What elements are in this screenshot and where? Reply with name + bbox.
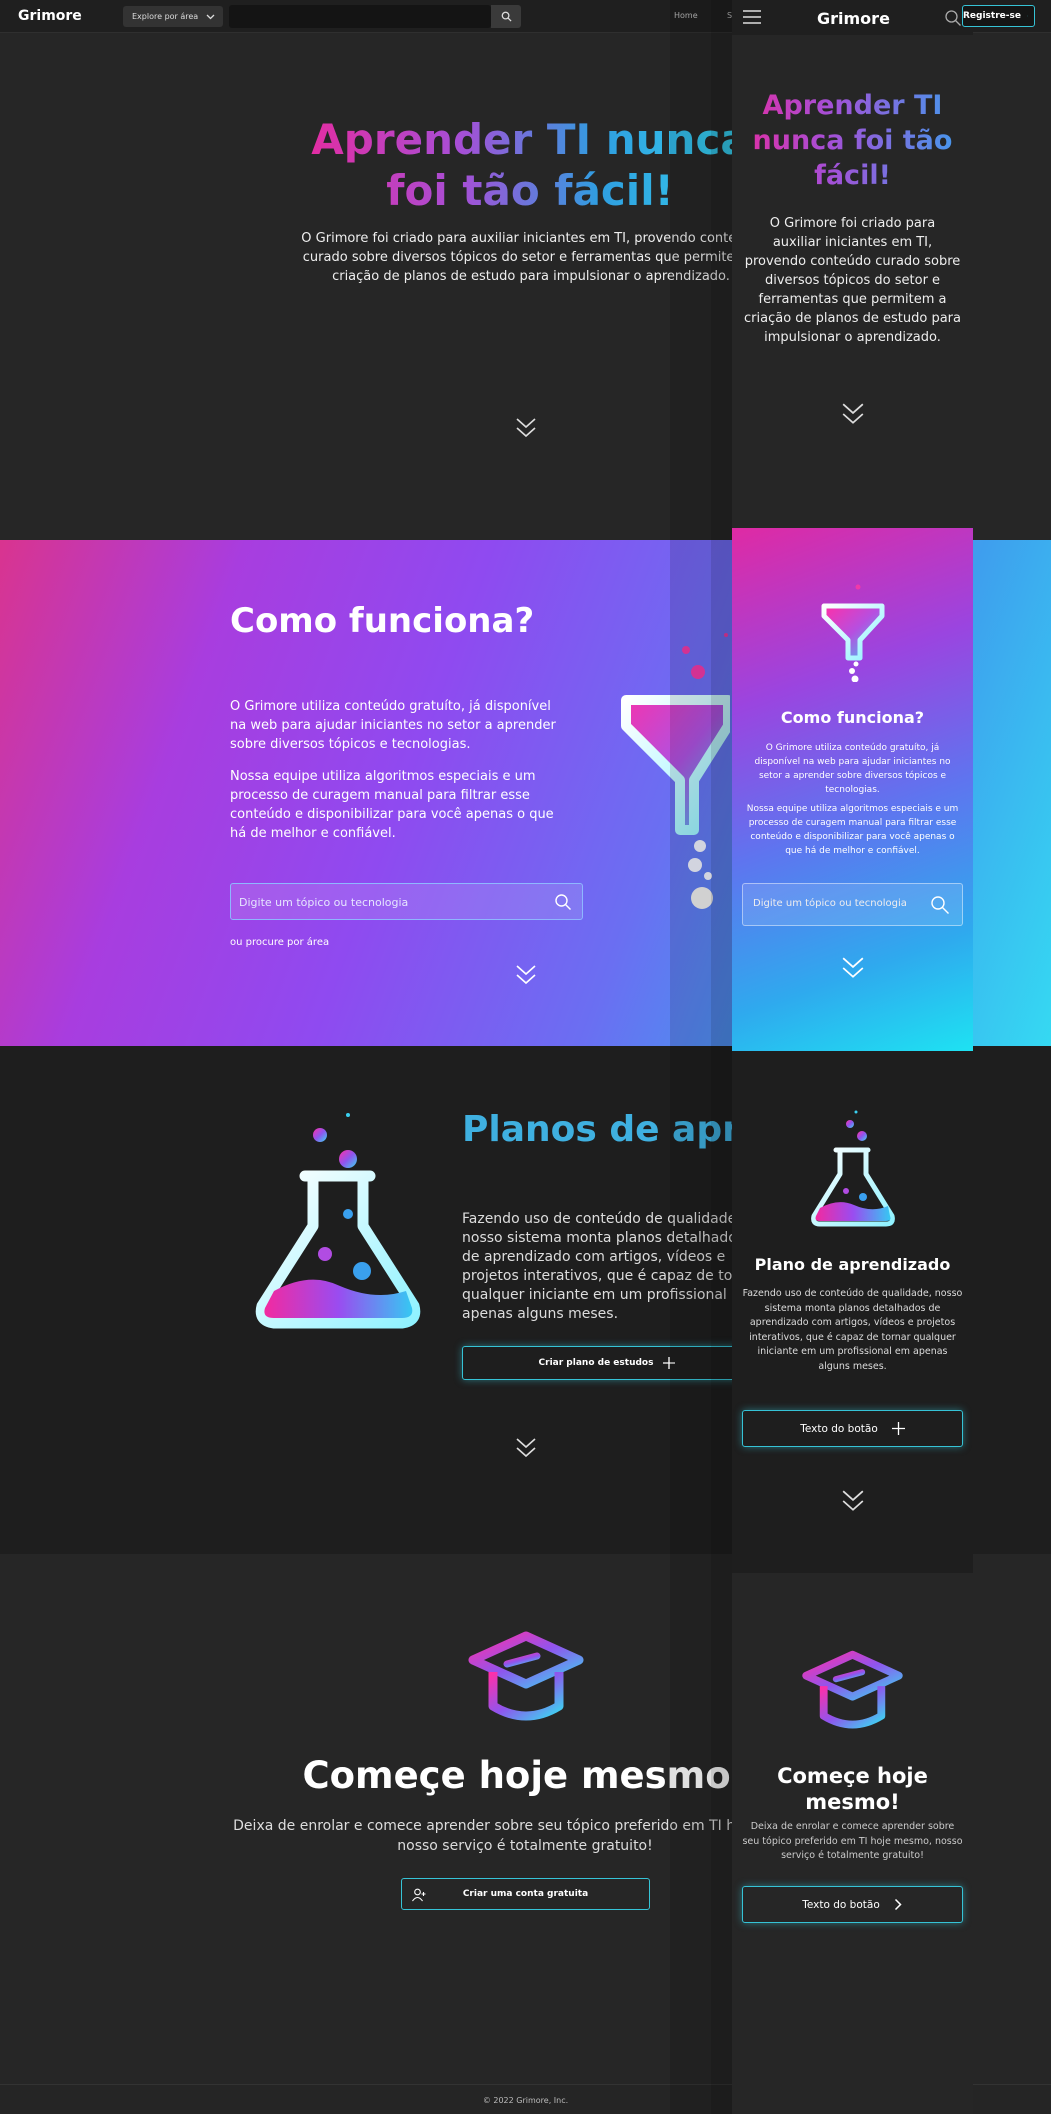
- mobile-plans-section: Plano de aprendizado Fazendo uso de cont…: [732, 1051, 973, 1573]
- chevron-double-down-icon[interactable]: [841, 954, 865, 982]
- plus-icon: [1026, 15, 1028, 17]
- search-button[interactable]: [491, 5, 521, 28]
- search-icon: [501, 11, 512, 22]
- chevron-down-icon: [206, 14, 215, 19]
- create-free-account-label: Criar uma conta gratuita: [462, 1889, 589, 1899]
- overlay-shade: [711, 0, 732, 2114]
- explore-area-dropdown[interactable]: Explore por área: [123, 6, 223, 27]
- mobile-how-paragraph-1: O Grimore utiliza conteúdo gratuíto, já …: [754, 743, 951, 795]
- mobile-get-started-section: Começe hoje mesmo! Deixa de enrolar e co…: [732, 1573, 973, 2114]
- chevron-double-down-icon[interactable]: [841, 1487, 865, 1515]
- mobile-hero-title: Aprender TI nunca foi tão fácil!: [732, 88, 973, 193]
- chevron-right-icon: [894, 1898, 902, 1911]
- mobile-plans-button[interactable]: Texto do botão: [742, 1410, 963, 1447]
- footer-copyright: © 2022 Grimore, Inc.: [482, 2096, 569, 2105]
- mobile-plans-button-label: Texto do botão: [800, 1422, 878, 1435]
- explore-label: Explore por área: [132, 12, 199, 21]
- search-icon[interactable]: [944, 9, 962, 27]
- mobile-topic-search-input[interactable]: Digite um tópico ou tecnologia: [742, 883, 963, 926]
- plus-icon: [891, 1422, 905, 1435]
- mobile-how-title: Como funciona?: [780, 708, 925, 727]
- how-paragraph-1: O Grimore utiliza conteúdo gratuíto, já …: [230, 699, 556, 752]
- mobile-get-started-title: Começe hoje mesmo!: [777, 1764, 928, 1814]
- overlay-shade: [670, 0, 711, 2114]
- mobile-how-section: Como funciona? O Grimore utiliza conteúd…: [732, 528, 973, 1051]
- topic-search-input[interactable]: Digite um tópico ou tecnologia: [230, 883, 583, 920]
- mobile-topic-search-placeholder: Digite um tópico ou tecnologia: [753, 898, 907, 909]
- mobile-get-started-button-label: Texto do botão: [802, 1898, 880, 1911]
- chevron-double-down-icon[interactable]: [515, 963, 537, 987]
- menu-icon[interactable]: [743, 9, 761, 25]
- create-study-plan-label: Criar plano de estudos: [538, 1358, 654, 1368]
- mobile-how-paragraph-2: Nossa equipe utiliza algoritmos especiai…: [746, 804, 959, 856]
- mobile-hero-subtitle: O Grimore foi criado para auxiliar inici…: [744, 216, 961, 345]
- mobile-plans-title: Plano de aprendizado: [754, 1255, 951, 1274]
- register-button[interactable]: Registre-se: [962, 5, 1035, 27]
- mobile-plans-text: Fazendo uso de conteúdo de qualidade, no…: [742, 1288, 963, 1372]
- mobile-get-started-text: Deixa de enrolar e comece aprender sobre…: [742, 1821, 963, 1861]
- graduation-cap-icon: [802, 1650, 903, 1739]
- graduation-cap-icon: [468, 1631, 584, 1733]
- funnel-icon: [821, 584, 885, 682]
- register-label: Registre-se: [963, 11, 1021, 21]
- chevron-double-down-icon[interactable]: [515, 1436, 537, 1460]
- flask-icon: [811, 1110, 895, 1227]
- create-free-account-button[interactable]: Criar uma conta gratuita: [401, 1878, 650, 1910]
- add-user-icon: [412, 1888, 426, 1902]
- brand-logo[interactable]: Grimore: [18, 8, 82, 24]
- how-paragraph-2: Nossa equipe utiliza algoritmos especiai…: [230, 769, 554, 841]
- chevron-double-down-icon[interactable]: [841, 400, 865, 428]
- chevron-double-down-icon[interactable]: [515, 416, 537, 440]
- search-icon[interactable]: [930, 895, 950, 915]
- search-icon[interactable]: [554, 893, 572, 911]
- browse-by-area-link[interactable]: ou procure por área: [230, 937, 329, 948]
- how-title: Como funciona?: [230, 601, 535, 641]
- mobile-header: Grimore: [732, 0, 973, 35]
- flask-icon: [255, 1113, 421, 1329]
- topic-search-placeholder: Digite um tópico ou tecnologia: [239, 896, 409, 909]
- mobile-preview: Grimore Aprender TI nunca foi tão fácil!…: [732, 0, 973, 2114]
- mobile-brand-logo[interactable]: Grimore: [817, 9, 890, 28]
- mobile-get-started-button[interactable]: Texto do botão: [742, 1886, 963, 1923]
- search-input[interactable]: [229, 5, 491, 28]
